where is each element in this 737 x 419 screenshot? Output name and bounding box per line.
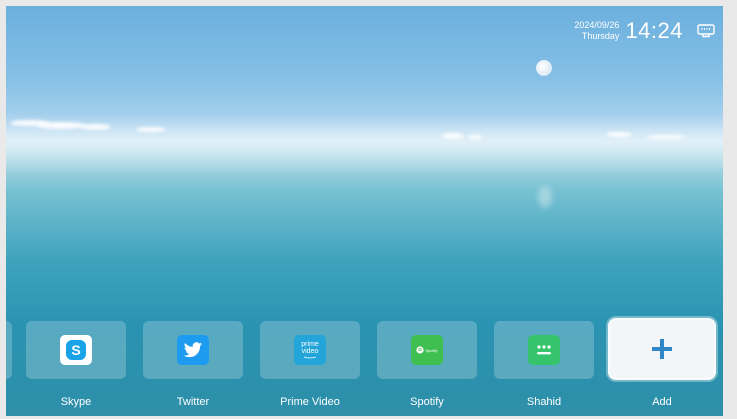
- app-tile-spotify[interactable]: Spotify: [377, 321, 477, 379]
- app-label-shahid: Shahid: [526, 396, 562, 408]
- home-screen: 2024/09/26 Thursday 14:24 S Skype Twitte…: [6, 6, 723, 416]
- app-tile-shahid[interactable]: [494, 321, 594, 379]
- date-block: 2024/09/26 Thursday: [574, 20, 619, 42]
- app-label-twitter: Twitter: [176, 396, 210, 408]
- prime-icon-text: prime: [301, 341, 319, 348]
- cloud: [606, 132, 632, 137]
- twitter-icon: [177, 335, 209, 365]
- ethernet-icon: [697, 24, 715, 38]
- cloud: [81, 124, 111, 130]
- clock: 14:24: [625, 18, 683, 43]
- cloud: [442, 133, 464, 139]
- prime-video-icon: prime video: [294, 335, 326, 365]
- app-dock: S Skype Twitter prime video Prime Video: [6, 316, 723, 416]
- app-tile-twitter[interactable]: [143, 321, 243, 379]
- app-label-spotify: Spotify: [410, 396, 444, 408]
- app-label-skype: Skype: [60, 396, 92, 408]
- shahid-icon: [528, 335, 560, 365]
- plus-icon: [652, 339, 672, 359]
- app-tile-prime-video[interactable]: prime video: [260, 321, 360, 379]
- cloud: [646, 135, 686, 139]
- app-tile-skype[interactable]: S: [26, 321, 126, 379]
- moon-reflection: [538, 186, 552, 208]
- horizon-haze: [6, 114, 723, 174]
- cloud: [468, 135, 482, 139]
- status-bar: 2024/09/26 Thursday 14:24: [574, 18, 715, 44]
- skype-icon: S: [60, 335, 92, 365]
- spotify-icon-text: Spotify: [425, 347, 438, 353]
- app-tile-partial[interactable]: [6, 321, 12, 379]
- moon: [536, 60, 552, 76]
- cloud: [136, 127, 166, 132]
- video-icon-text: video: [301, 348, 319, 355]
- weekday-text: Thursday: [581, 31, 620, 41]
- app-label-prime-video: Prime Video: [280, 396, 340, 408]
- app-label-add: Add: [652, 396, 672, 408]
- cloud: [36, 122, 86, 129]
- spotify-icon: Spotify: [411, 335, 443, 365]
- date-text: 2024/09/26: [574, 20, 620, 30]
- add-app-tile[interactable]: [610, 320, 714, 378]
- svg-text:S: S: [71, 342, 80, 358]
